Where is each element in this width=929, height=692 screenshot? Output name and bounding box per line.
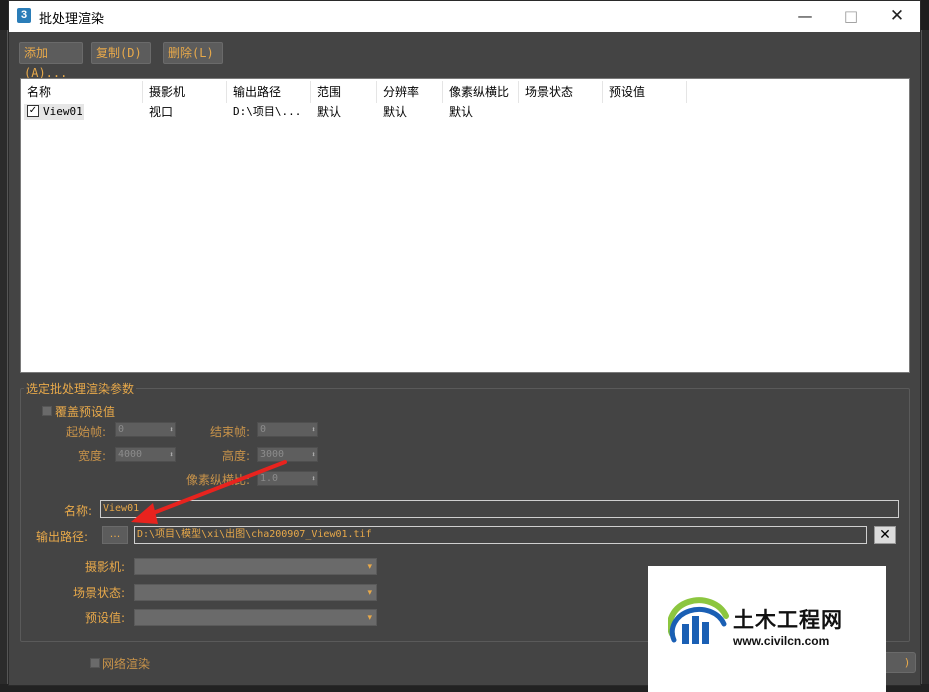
arrow-shaft [146,460,287,517]
arrow-head-icon [131,503,158,524]
civilcn-logo-icon [668,597,729,644]
watermark-title: 土木工程网 [733,608,843,632]
watermark-panel: 土木工程网 www.civilcn.com [648,566,886,692]
watermark-url: www.civilcn.com [733,634,830,648]
